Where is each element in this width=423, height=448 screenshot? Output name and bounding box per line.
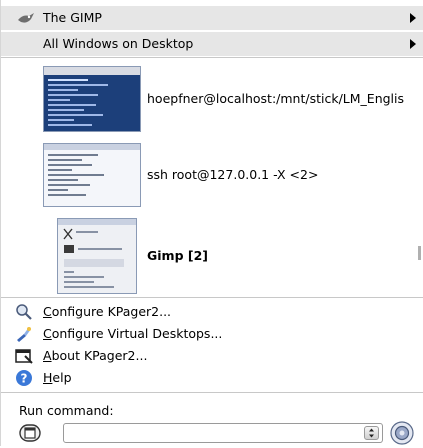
menu-item-configure-desktops[interactable]: Configure Virtual Desktops... (1, 323, 423, 345)
run-command-combo[interactable] (63, 423, 383, 443)
run-command-label: Run command: (19, 403, 114, 418)
separator (1, 57, 423, 58)
window-title: ssh root@127.0.0.1 -X <2> (147, 167, 319, 182)
action-label: Configure KPager2... (43, 304, 172, 319)
help-icon: ? (15, 369, 33, 387)
menu-item-configure-kpager[interactable]: Configure KPager2... (1, 301, 423, 323)
combo-dropdown-button[interactable] (364, 426, 379, 440)
window-title: hoepfner@localhost:/mnt/stick/LM_Englis (147, 91, 405, 106)
magnifier-icon (15, 303, 33, 321)
submenu-arrow-icon (410, 13, 416, 23)
desktop-config-icon (15, 325, 33, 343)
action-label: About KPager2... (43, 348, 148, 363)
kpager-menu: The GIMP All Windows on Desktop hoepfner… (0, 0, 423, 446)
window-item-terminal[interactable]: hoepfner@localhost:/mnt/stick/LM_Englis (1, 60, 423, 138)
window-item-ssh[interactable]: ssh root@127.0.0.1 -X <2> (1, 140, 423, 210)
window-item-gimp[interactable]: Gimp [2] (1, 212, 423, 298)
about-window-icon (15, 347, 33, 365)
action-label: Configure Virtual Desktops... (43, 326, 223, 341)
app-title-label: The GIMP (43, 10, 102, 25)
submenu-arrow-icon (410, 39, 416, 49)
separator (1, 297, 423, 298)
window-thumbnail (57, 218, 137, 294)
svg-text:?: ? (21, 372, 28, 386)
window-frame-icon[interactable] (19, 423, 41, 443)
menu-item-app-title[interactable]: The GIMP (1, 6, 423, 30)
scroll-indicator (418, 246, 421, 260)
menu-item-all-windows[interactable]: All Windows on Desktop (1, 32, 423, 56)
menu-item-about-kpager[interactable]: About KPager2... (1, 345, 423, 367)
gimp-icon (17, 10, 35, 26)
run-command-input[interactable] (68, 425, 352, 443)
window-thumbnail (43, 143, 141, 207)
window-title: Gimp [2] (147, 248, 208, 263)
separator (1, 392, 423, 393)
run-gear-icon[interactable] (390, 421, 414, 445)
menu-item-help[interactable]: ? Help (1, 367, 423, 389)
all-windows-label: All Windows on Desktop (43, 36, 194, 51)
action-label: Help (43, 370, 72, 385)
window-thumbnail (43, 66, 141, 132)
